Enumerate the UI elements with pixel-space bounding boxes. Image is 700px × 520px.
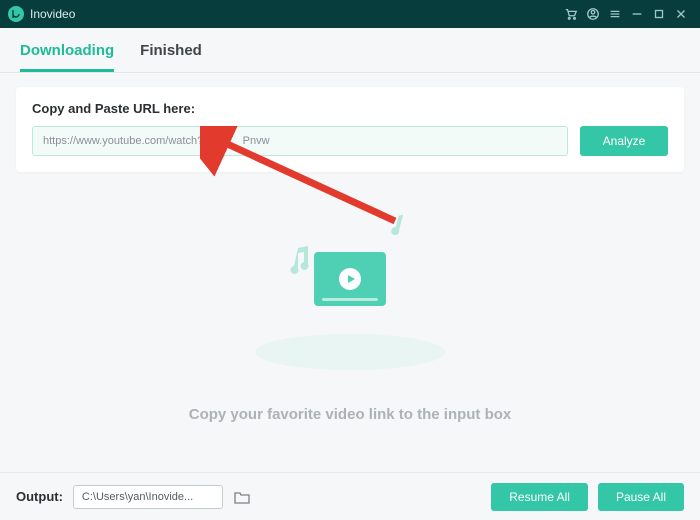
- url-input[interactable]: [32, 126, 568, 156]
- music-note-icon: [288, 244, 312, 279]
- account-icon[interactable]: [582, 3, 604, 25]
- menu-icon[interactable]: [604, 3, 626, 25]
- pause-all-button[interactable]: Pause All: [598, 483, 684, 511]
- output-label: Output:: [16, 489, 63, 504]
- app-title: Inovideo: [30, 7, 75, 21]
- output-path-text: C:\Users\yan\Inovide...: [82, 491, 193, 503]
- music-note-icon: [387, 210, 412, 243]
- tab-bar: Downloading Finished: [0, 28, 700, 73]
- tab-downloading[interactable]: Downloading: [20, 42, 114, 72]
- footer-bar: Output: C:\Users\yan\Inovide... Resume A…: [0, 472, 700, 520]
- cart-icon[interactable]: [560, 3, 582, 25]
- titlebar: Inovideo: [0, 0, 700, 28]
- resume-all-button[interactable]: Resume All: [491, 483, 588, 511]
- output-path-field[interactable]: C:\Users\yan\Inovide...: [73, 485, 223, 509]
- play-icon: [339, 268, 361, 290]
- hero-area: [0, 202, 700, 402]
- maximize-icon[interactable]: [648, 3, 670, 25]
- tab-finished[interactable]: Finished: [140, 42, 202, 72]
- shadow-ellipse: [255, 334, 445, 370]
- url-panel-label: Copy and Paste URL here:: [32, 101, 668, 116]
- app-logo-icon: [8, 6, 24, 22]
- hero-hint: Copy your favorite video link to the inp…: [0, 406, 700, 423]
- minimize-icon[interactable]: [626, 3, 648, 25]
- folder-icon[interactable]: [231, 486, 253, 508]
- url-panel: Copy and Paste URL here: Analyze: [16, 87, 684, 172]
- close-icon[interactable]: [670, 3, 692, 25]
- analyze-button[interactable]: Analyze: [580, 126, 668, 156]
- video-placeholder-icon: [314, 252, 386, 306]
